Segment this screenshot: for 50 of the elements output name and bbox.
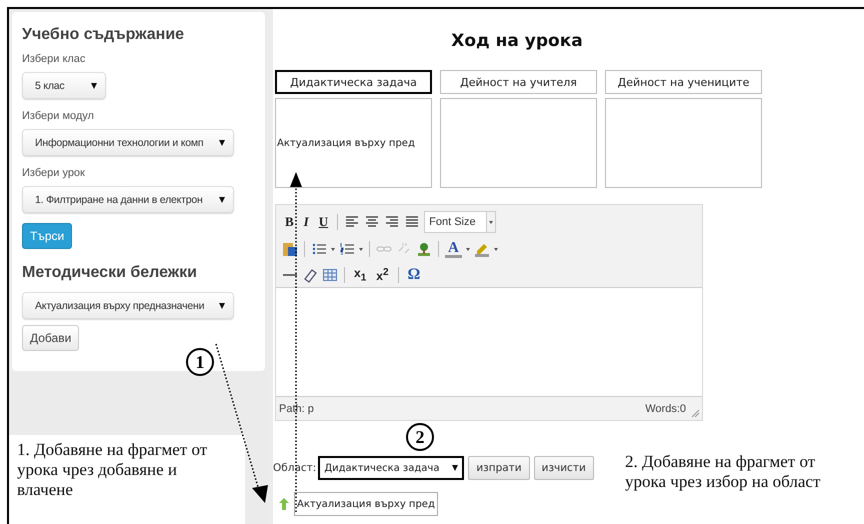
- numbered-list-icon[interactable]: [339, 241, 355, 257]
- add-button[interactable]: Добави: [22, 325, 80, 351]
- caret-icon: [219, 196, 225, 202]
- dropdown[interactable]: 5 клас: [22, 72, 106, 99]
- underline-button[interactable]: U: [316, 214, 332, 230]
- eraser-icon[interactable]: [302, 267, 318, 283]
- field-label: Област:: [273, 462, 316, 474]
- caret-icon: [219, 140, 225, 146]
- font-color-button[interactable]: A: [445, 240, 462, 258]
- bold-button[interactable]: B: [282, 214, 297, 230]
- tree-image-icon[interactable]: [416, 241, 432, 257]
- caret-icon: [452, 465, 458, 471]
- caret-icon: [219, 302, 225, 308]
- field-label: Избери модул: [22, 110, 94, 122]
- draggable-fragment[interactable]: Актуализация върху пред: [294, 492, 438, 516]
- column-header: Дидактическа задача: [275, 70, 432, 94]
- resize-grip-icon[interactable]: [690, 408, 700, 418]
- caret-icon[interactable]: [359, 248, 363, 250]
- fragment-text: Актуализация върху пред: [277, 138, 415, 148]
- field-label: Избери урок: [22, 167, 85, 179]
- area-select[interactable]: Дидактическа задача: [318, 456, 464, 480]
- caret-icon: [489, 220, 494, 224]
- table-icon[interactable]: [322, 267, 338, 283]
- caret-icon[interactable]: [494, 248, 498, 250]
- clear-button[interactable]: изчисти: [534, 456, 594, 480]
- dropdown[interactable]: 1. Филтриране на данни в електрон: [22, 186, 234, 213]
- path-label: Path: p: [279, 402, 314, 414]
- column-header: Дейност на учителя: [440, 70, 597, 94]
- subscript-button[interactable]: x$_{1}$: [351, 266, 370, 284]
- caret-icon: [91, 82, 97, 88]
- send-button[interactable]: изпрати: [468, 456, 530, 480]
- dropdown[interactable]: Информационни технологии и комп: [22, 129, 234, 156]
- font-size-select[interactable]: Font Size: [424, 211, 496, 233]
- section-title: Учебно съдържание: [22, 26, 184, 44]
- dropdown[interactable]: Актуализация върху предназначени: [22, 292, 234, 319]
- annotation-text: 2. Добавяне на фрагмет от урока чрез избор на област: [625, 452, 822, 493]
- caret-icon[interactable]: [466, 248, 470, 250]
- text-area[interactable]: Актуализация върху пред: [275, 98, 432, 188]
- column-header: Дейност на учениците: [605, 70, 762, 94]
- bullet-list-icon[interactable]: [311, 241, 327, 257]
- paste-word-icon[interactable]: [282, 241, 298, 257]
- step-number: 2: [406, 423, 434, 451]
- caret-icon[interactable]: [331, 248, 335, 250]
- italic-button[interactable]: I: [300, 214, 312, 230]
- section-title: Методически бележки: [22, 264, 197, 282]
- special-character-button[interactable]: Ω: [404, 266, 424, 284]
- page-title: Ход на урока: [450, 30, 584, 52]
- word-count: Words:0: [645, 402, 686, 414]
- superscript-button[interactable]: x$^{2}$: [373, 267, 392, 283]
- field-label: Избери клас: [22, 53, 86, 65]
